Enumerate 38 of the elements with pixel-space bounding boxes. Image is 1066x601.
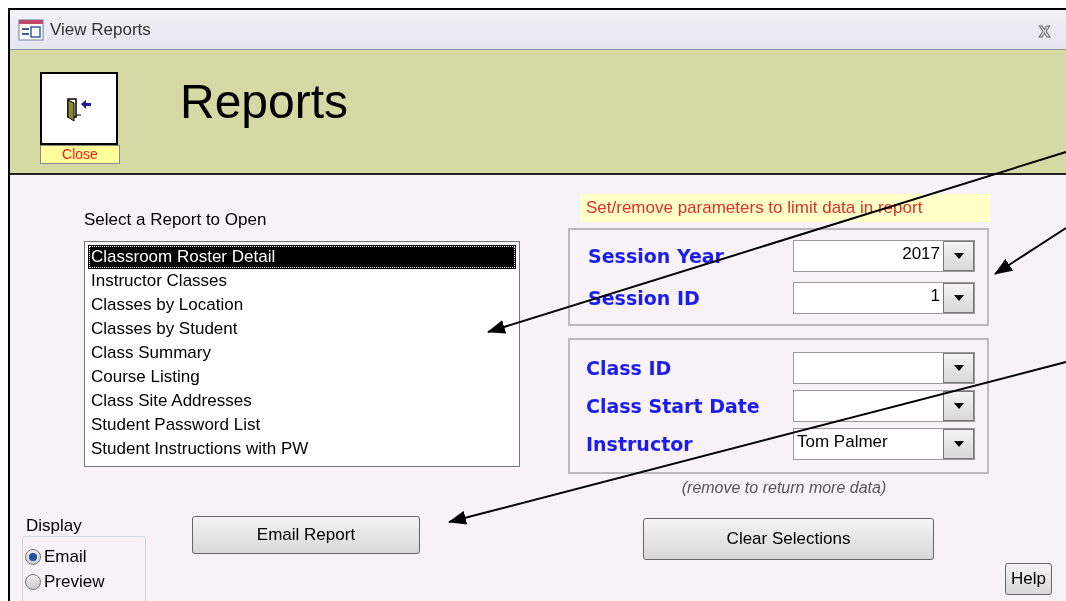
field-label: Class Start Date — [586, 393, 761, 419]
note-text: (remove to return more data) — [681, 478, 887, 498]
combo-box[interactable]: Tom Palmer — [793, 428, 975, 460]
report-list-item[interactable]: Student Instructions with PW — [88, 437, 516, 461]
email-report-button[interactable]: Email Report — [192, 516, 420, 554]
close-label[interactable]: Close — [40, 145, 120, 164]
clear-selections-button[interactable]: Clear Selections — [643, 518, 934, 560]
report-list-item[interactable]: Student Password List — [88, 413, 516, 437]
field-label: Session Year — [588, 243, 725, 269]
form-icon — [18, 18, 44, 41]
combo-value: 1 — [929, 285, 941, 307]
combo-box[interactable] — [793, 390, 975, 422]
report-list-item[interactable]: Class Summary — [88, 341, 516, 365]
help-button[interactable]: Help — [1005, 563, 1052, 595]
combo-box[interactable]: 1 — [793, 282, 975, 314]
display-label: Display — [26, 516, 83, 536]
radio-label: Preview — [44, 571, 105, 593]
report-list[interactable]: Classroom Roster Detail Instructor Classes Classes by Location Classes by Student Class Summary Course Listing Class Site Addresses Student Password List Student Instructions with PW — [84, 241, 520, 467]
door-exit-icon — [65, 95, 93, 122]
radio-label: Email — [44, 546, 87, 568]
field-label: Session ID — [588, 285, 701, 311]
report-list-item[interactable]: Classes by Student — [88, 317, 516, 341]
report-list-item[interactable]: Course Listing — [88, 365, 516, 389]
report-list-item[interactable]: Instructor Classes — [88, 269, 516, 293]
radio-button[interactable] — [25, 573, 41, 590]
report-list-item[interactable]: Classes by Location — [88, 293, 516, 317]
field-label: Instructor — [586, 431, 694, 457]
radio-button[interactable] — [25, 548, 41, 565]
window-title: View Reports — [50, 18, 151, 41]
combo-box[interactable]: 2017 — [793, 240, 975, 272]
list-label: Select a Report to Open — [84, 209, 268, 231]
report-list-item[interactable]: Classroom Roster Detail — [88, 245, 516, 269]
combo-value: 2017 — [901, 243, 941, 265]
field-label: Class ID — [586, 355, 673, 381]
exit-button[interactable] — [40, 72, 118, 145]
form-title: Reports — [180, 74, 349, 130]
report-list-item[interactable]: Class Site Addresses — [88, 389, 516, 413]
combo-value: Tom Palmer — [796, 431, 889, 453]
